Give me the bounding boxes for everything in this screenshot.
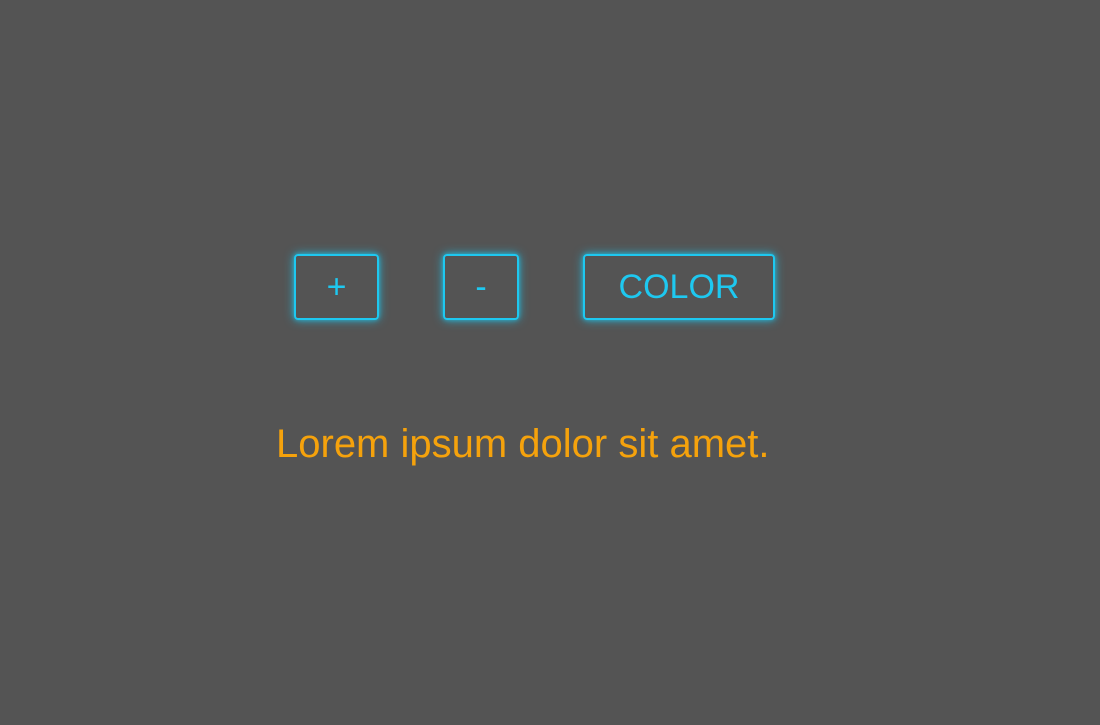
change-color-button[interactable]: COLOR xyxy=(583,254,775,320)
sample-text: Lorem ipsum dolor sit amet. xyxy=(276,422,770,466)
decrease-size-button[interactable]: - xyxy=(443,254,519,320)
increase-size-button[interactable]: + xyxy=(294,254,379,320)
page: + - COLOR Lorem ipsum dolor sit amet. xyxy=(0,0,1100,725)
